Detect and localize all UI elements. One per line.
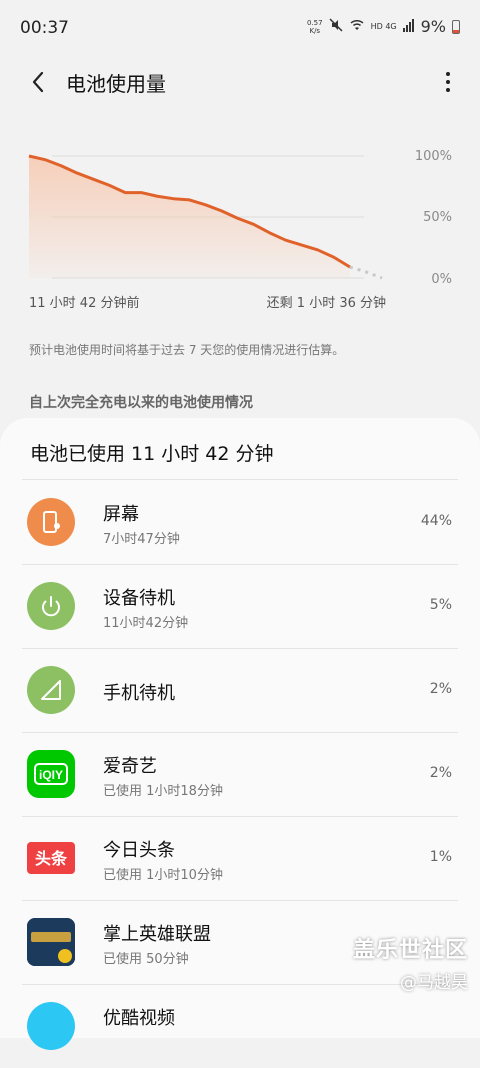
back-button[interactable] xyxy=(22,66,54,98)
usage-row-iqiyi[interactable]: iQIY 爱奇艺 已使用 1小时18分钟 2% xyxy=(0,732,480,816)
usage-percent: 2% xyxy=(429,765,452,781)
usage-name: 今日头条 xyxy=(103,840,175,861)
cellular-signal-icon xyxy=(402,17,415,36)
lol-icon xyxy=(27,918,75,966)
screen-icon xyxy=(27,498,75,546)
usage-row-toutiao[interactable]: 头条 今日头条 已使用 1小时10分钟 1% xyxy=(0,816,480,900)
page-title: 电池使用量 xyxy=(66,72,166,96)
more-options-icon xyxy=(446,72,450,76)
battery-percent: 9% xyxy=(420,17,446,36)
usage-row-device-idle[interactable]: 设备待机 11小时42分钟 5% xyxy=(0,564,480,648)
svg-text:iQIY: iQIY xyxy=(39,768,63,782)
battery-chart: 100% 50% 0% 11 小时 42 分钟前 还剩 1 小时 36 分钟 xyxy=(0,140,480,320)
usage-name: 设备待机 xyxy=(103,588,175,609)
status-icons: 0.57 K/s HD 4G 9% xyxy=(307,17,460,36)
usage-percent: 2% xyxy=(429,681,452,697)
svg-text:头条: 头条 xyxy=(35,849,68,868)
youku-icon xyxy=(27,1002,75,1050)
app-bar: 电池使用量 xyxy=(0,58,480,106)
network-speed-value: 0.57 xyxy=(307,18,323,27)
iqiyi-icon: iQIY xyxy=(27,750,75,798)
usage-name: 爱奇艺 xyxy=(103,756,157,777)
watermark-user: @马越昊 xyxy=(400,973,468,993)
usage-row-screen[interactable]: 屏幕 7小时47分钟 44% xyxy=(0,480,480,564)
signal-icon xyxy=(27,666,75,714)
toutiao-icon: 头条 xyxy=(27,842,75,874)
more-options-button[interactable] xyxy=(440,66,456,98)
projection-line xyxy=(349,265,383,280)
x-end-label: 还剩 1 小时 36 分钟 xyxy=(266,296,386,311)
usage-card-title: 电池已使用 11 小时 42 分钟 xyxy=(30,443,274,465)
power-icon xyxy=(27,582,75,630)
section-header: 自上次完全充电以来的电池使用情况 xyxy=(29,395,253,411)
usage-sub: 已使用 50分钟 xyxy=(103,952,189,967)
y-tick-label: 0% xyxy=(431,272,452,287)
usage-sub: 已使用 1小时18分钟 xyxy=(103,784,223,799)
y-tick-label: 100% xyxy=(414,149,452,164)
usage-row-phone-idle[interactable]: 手机待机 2% xyxy=(0,648,480,732)
usage-row-youku[interactable]: 优酷视频 xyxy=(0,984,480,1068)
usage-name: 掌上英雄联盟 xyxy=(103,924,211,945)
x-start-label: 11 小时 42 分钟前 xyxy=(29,296,140,311)
usage-sub: 已使用 1小时10分钟 xyxy=(103,868,223,883)
usage-name: 屏幕 xyxy=(103,504,139,525)
usage-name: 手机待机 xyxy=(103,683,175,704)
usage-name: 优酷视频 xyxy=(103,1008,175,1029)
usage-percent: 5% xyxy=(429,597,452,613)
usage-percent: 1% xyxy=(429,849,452,865)
usage-sub: 7小时47分钟 xyxy=(103,532,180,547)
battery-chart-svg xyxy=(28,154,383,280)
usage-sub: 11小时42分钟 xyxy=(103,616,189,631)
watermark-brand: 盖乐世社区 xyxy=(352,938,468,963)
network-speed-unit: K/s xyxy=(309,26,321,35)
back-arrow-icon xyxy=(32,71,44,93)
usage-percent: 44% xyxy=(420,513,452,529)
estimate-note: 预计电池使用时间将基于过去 7 天您的使用情况进行估算。 xyxy=(29,343,345,357)
signal-type-label: HD 4G xyxy=(370,22,397,31)
wifi-icon xyxy=(349,17,365,36)
network-speed: 0.57 K/s xyxy=(307,19,323,35)
status-time: 00:37 xyxy=(20,18,69,38)
watermark: 盖乐世社区 @马越昊 xyxy=(353,932,468,993)
battery-icon xyxy=(452,19,460,34)
mute-icon xyxy=(329,17,343,36)
status-bar: 00:37 0.57 K/s HD 4G 9% xyxy=(0,0,480,58)
y-tick-label: 50% xyxy=(423,210,452,225)
